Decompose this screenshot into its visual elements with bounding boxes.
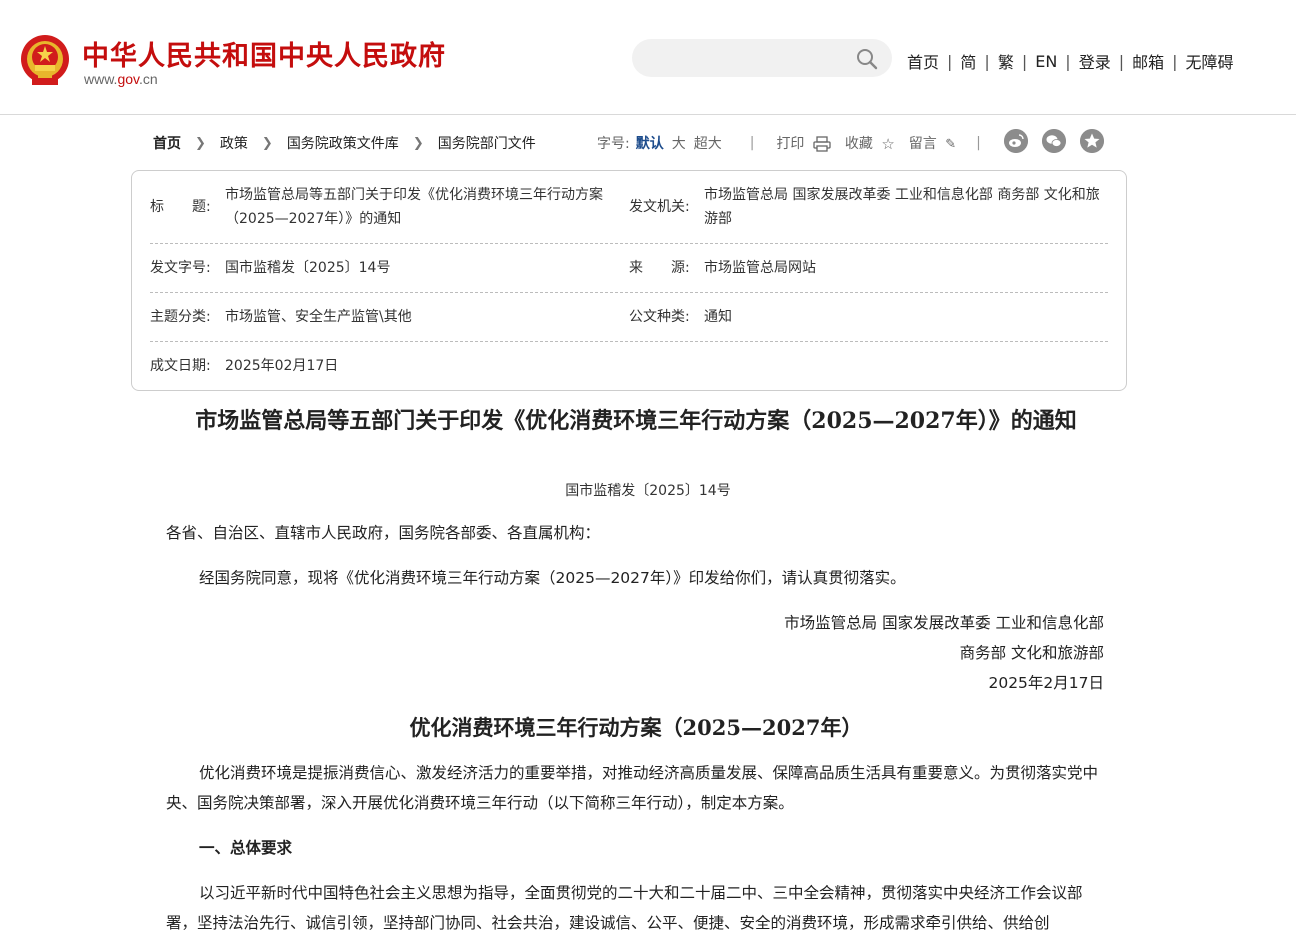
nav-traditional[interactable]: 繁 [998,49,1014,73]
nav-mail[interactable]: 邮箱 [1132,49,1164,73]
info-issuer-value: 市场监管总局 国家发展改革委 工业和信息化部 商务部 文化和旅游部 [704,187,1100,227]
article-doc-number: 国市监稽发〔2025〕14号 [565,483,731,499]
article-salutation: 各省、自治区、直辖市人民政府，国务院各部委、各直属机构： [166,524,601,542]
info-label: 发文机关: [629,199,690,215]
nav-login[interactable]: 登录 [1079,49,1111,73]
search-input[interactable] [650,47,850,69]
chevron-right-icon: ❯ [261,135,273,151]
info-source-value: 市场监管总局网站 [704,260,816,276]
nav-separator: | [1172,51,1178,71]
printer-icon [813,136,831,152]
info-label: 来 源: [629,260,690,276]
comment-button[interactable]: 留言 ✎ [909,133,956,153]
article-signature: 市场监管总局 国家发展改革委 工业和信息化部 [784,614,1104,632]
font-size-xlarge[interactable]: 超大 [694,133,722,153]
top-nav: 首页 | 简 | 繁 | EN | 登录 | 邮箱 | 无障碍 [907,49,1234,73]
nav-separator: | [1118,51,1125,71]
info-label: 主题分类: [150,309,211,325]
info-label: 成文日期: [150,358,211,374]
nav-separator: | [984,51,990,71]
info-row-topic: 主题分类: 市场监管、安全生产监管\其他 公文种类: 通知 [150,293,1108,342]
breadcrumb-home[interactable]: 首页 [153,133,181,153]
print-button[interactable]: 打印 [776,133,831,153]
info-label: 发文字号: [150,260,211,276]
qzone-icon[interactable] [1080,129,1104,153]
tools-divider: | [976,135,981,151]
plan-intro-paragraph: 优化消费环境是提振消费信心、激发经济活力的重要举措，对推动经济高质量发展、保障高… [166,764,1099,812]
info-title-value: 市场监管总局等五部门关于印发《优化消费环境三年行动方案（2025—2027年）》… [225,187,603,227]
nav-english[interactable]: EN [1035,52,1057,71]
search-box [632,39,892,77]
site-url[interactable]: www.gov.cn [84,71,158,87]
info-topic-value: 市场监管、安全生产监管\其他 [225,309,412,325]
star-icon: ☆ [881,135,895,153]
weibo-icon[interactable] [1004,129,1028,153]
chevron-right-icon: ❯ [195,135,206,151]
font-size-default[interactable]: 默认 [636,133,664,153]
chevron-right-icon: ❯ [412,135,424,151]
plan-title: 优化消费环境三年行动方案（2025—2027年） [409,715,863,740]
nav-separator: | [947,51,953,71]
article-title: 市场监管总局等五部门关于印发《优化消费环境三年行动方案（2025—2027年）》… [195,408,1077,434]
info-label: 公文种类: [629,309,690,325]
info-type-value: 通知 [704,309,732,325]
wechat-icon[interactable] [1042,129,1066,153]
info-row-date: 成文日期: 2025年02月17日 [150,342,1108,390]
info-row-title: 标 题: 市场监管总局等五部门关于印发《优化消费环境三年行动方案（2025—20… [150,171,1108,244]
article-body-paragraph: 经国务院同意，现将《优化消费环境三年行动方案（2025—2027年）》印发给你们… [199,569,906,587]
breadcrumb-policy-library[interactable]: 国务院政策文件库 [287,133,399,153]
document-info-box: 标 题: 市场监管总局等五部门关于印发《优化消费环境三年行动方案（2025—20… [131,170,1127,391]
article-sign-date: 2025年2月17日 [988,674,1104,692]
search-icon[interactable] [855,47,879,71]
info-label: 标 题: [150,199,211,215]
nav-accessibility[interactable]: 无障碍 [1186,49,1234,73]
font-size-label: 字号: [597,136,630,152]
section-body-paragraph: 以习近平新时代中国特色社会主义思想为指导，全面贯彻党的二十大和二十届二中、三中全… [166,884,1083,932]
nav-separator: | [1021,51,1028,71]
site-header: 中华人民共和国中央人民政府 www.gov.cn 首页 | 简 | 繁 | EN… [0,0,1296,115]
national-emblem-icon[interactable] [20,33,70,87]
favorite-button[interactable]: 收藏 ☆ [845,133,895,153]
tools-divider: | [749,135,755,151]
breadcrumb: 首页 ❯ 政策 ❯ 国务院政策文件库 ❯ 国务院部门文件 [153,133,536,153]
section-heading: 一、总体要求 [199,839,293,857]
breadcrumb-policy[interactable]: 政策 [220,133,248,153]
info-docno-value: 国市监稽发〔2025〕14号 [225,260,391,276]
info-row-docno: 发文字号: 国市监稽发〔2025〕14号 来 源: 市场监管总局网站 [150,244,1108,293]
breadcrumb-dept-docs[interactable]: 国务院部门文件 [438,133,536,153]
page-tools: 字号: 默认 大 超大 | 打印 收藏 ☆ 留言 ✎ | [597,133,981,153]
font-size-large[interactable]: 大 [672,133,686,153]
info-date-value: 2025年02月17日 [225,358,339,374]
article-signature: 商务部 文化和旅游部 [959,644,1104,662]
nav-simplified[interactable]: 简 [960,49,976,73]
nav-separator: | [1065,51,1071,71]
nav-home[interactable]: 首页 [907,49,939,73]
pencil-icon: ✎ [945,136,957,152]
site-title[interactable]: 中华人民共和国中央人民政府 [82,34,446,73]
